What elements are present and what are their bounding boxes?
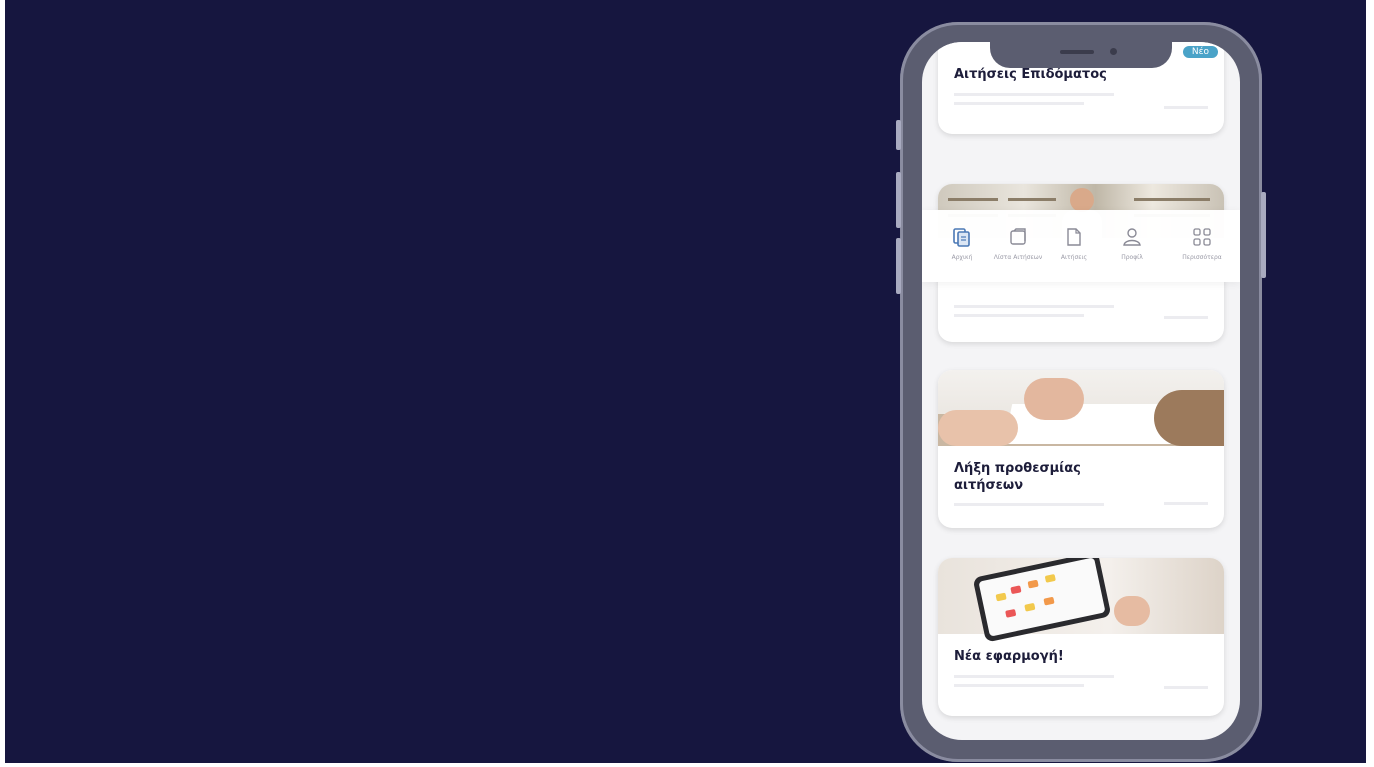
phone-volume-up	[896, 172, 901, 228]
phone-volume-down	[896, 238, 901, 294]
nav-item-application-list[interactable]: Λίστα Αιτήσεων	[988, 226, 1048, 261]
card-date	[1164, 316, 1208, 319]
nav-label: Αρχική	[951, 254, 973, 261]
card-description	[954, 302, 1124, 323]
card-title: Λήξη προθεσμίας αιτήσεων	[954, 461, 1081, 493]
phone-mockup: Νέο Αιτήσεις Επιδόματος Αρχική Λίστα Αιτ…	[896, 22, 1266, 762]
card-title: Αιτήσεις Επιδόματος	[954, 67, 1107, 82]
nav-item-more[interactable]: Περισσότερα	[1172, 226, 1232, 261]
person-icon	[1123, 228, 1141, 246]
speaker-grille	[1060, 50, 1094, 54]
card-date	[1164, 106, 1208, 109]
phone-power-button	[1261, 192, 1266, 278]
document-icon	[1067, 228, 1081, 246]
nav-label: Περισσότερα	[1182, 254, 1222, 261]
news-card-deadline[interactable]: Λήξη προθεσμίας αιτήσεων	[938, 370, 1224, 528]
new-badge[interactable]: Νέο	[1182, 46, 1218, 58]
nav-item-profile[interactable]: Προφίλ	[1102, 226, 1162, 261]
card-image	[938, 370, 1224, 446]
nav-item-home[interactable]: Αρχική	[932, 226, 992, 261]
bottom-border	[0, 763, 1374, 767]
nav-label: Λίστα Αιτήσεων	[993, 254, 1043, 261]
card-description	[954, 672, 1124, 693]
phone-notch	[990, 42, 1172, 68]
phone-screen: Νέο Αιτήσεις Επιδόματος Αρχική Λίστα Αιτ…	[922, 42, 1240, 740]
nav-label: Προφίλ	[1121, 254, 1143, 261]
document-stack-icon	[953, 228, 970, 247]
nav-item-applications[interactable]: Αιτήσεις	[1044, 226, 1104, 261]
grid-icon	[1193, 228, 1211, 246]
phone-mute-switch	[896, 120, 901, 150]
nav-label: Αιτήσεις	[1060, 254, 1088, 261]
card-title: Νέα εφαρμογή!	[954, 649, 1064, 664]
card-description	[954, 500, 1124, 509]
card-image	[938, 558, 1224, 643]
right-border	[1366, 0, 1374, 767]
news-card-new-app[interactable]: Νέα εφαρμογή!	[938, 558, 1224, 716]
card-date	[1164, 502, 1208, 505]
card-date	[1164, 686, 1208, 689]
left-border	[0, 0, 5, 767]
card-description	[954, 90, 1124, 111]
folder-icon	[1010, 228, 1026, 245]
front-camera	[1110, 48, 1117, 55]
bottom-navigation: Αρχική Λίστα Αιτήσεων Αιτήσεις Προφίλ Πε…	[922, 210, 1240, 282]
